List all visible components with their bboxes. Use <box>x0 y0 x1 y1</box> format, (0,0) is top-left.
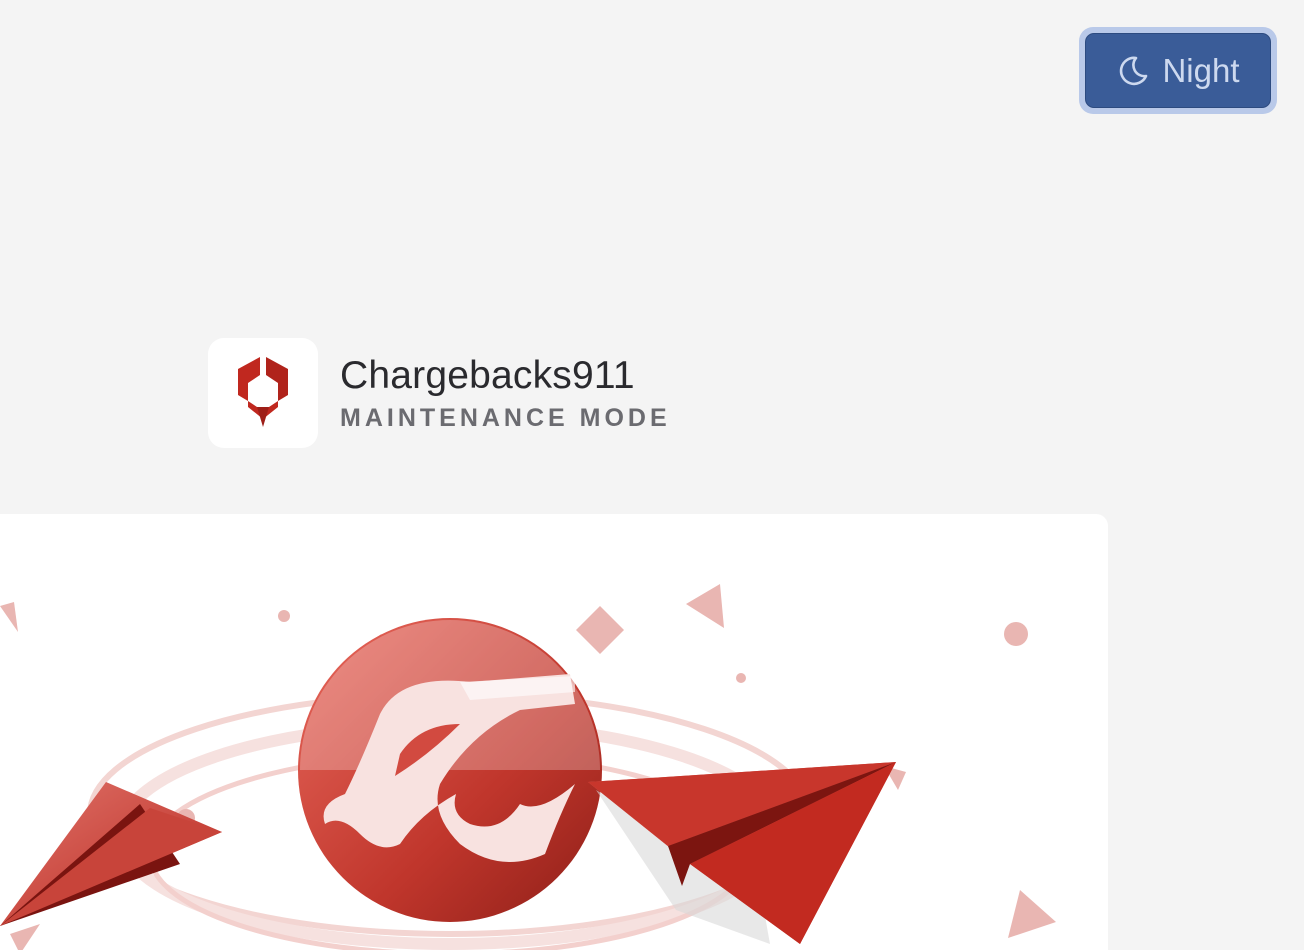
globe <box>298 618 602 922</box>
brand-text: Chargebacks911 MAINTENANCE MODE <box>340 354 671 433</box>
maintenance-mode-label: MAINTENANCE MODE <box>340 403 671 432</box>
brand-header: Chargebacks911 MAINTENANCE MODE <box>208 338 671 448</box>
moon-icon <box>1116 54 1150 88</box>
night-mode-button[interactable]: Night <box>1079 27 1277 114</box>
night-mode-label: Night <box>1162 51 1240 89</box>
night-mode-button-body[interactable]: Night <box>1085 33 1271 108</box>
brand-name: Chargebacks911 <box>340 353 635 397</box>
chargebacks911-logo-icon <box>226 351 300 436</box>
maintenance-page: Night Chargebacks911 MAINTENANCE MODE <box>0 0 1304 950</box>
logo-tile <box>208 338 318 448</box>
illustration-card <box>0 514 1108 950</box>
maintenance-illustration <box>0 584 1056 950</box>
